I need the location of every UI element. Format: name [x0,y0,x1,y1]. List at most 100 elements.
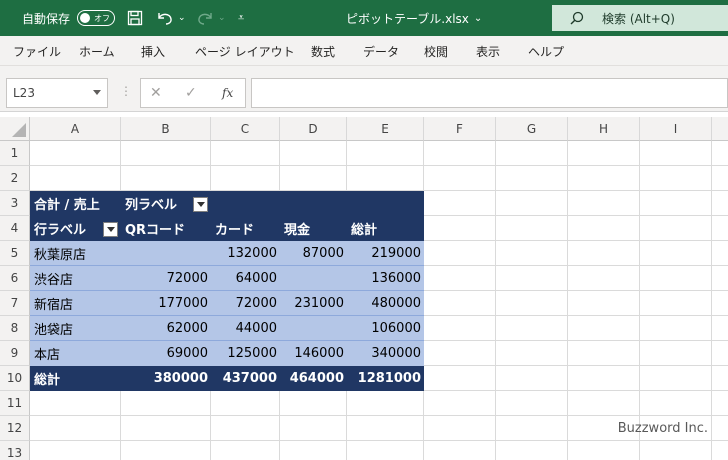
column-header-a[interactable]: A [30,117,121,141]
chevron-down-icon: ⌄ [473,12,483,24]
pivot-cell[interactable]: 340000 [347,341,424,366]
pivot-total-cell[interactable]: 437000 [211,366,280,391]
redo-dropdown-icon[interactable]: ⌄ [218,0,226,36]
row-filter-dropdown-button[interactable] [103,222,118,237]
pivot-cell[interactable]: 132000 [211,241,280,266]
tab-home[interactable]: ホーム [79,36,115,66]
row-header-7[interactable]: 7 [0,291,30,316]
pivot-values-label[interactable]: 合計 / 売上 [30,191,121,216]
redo-icon[interactable] [196,0,214,36]
pivot-total-label[interactable]: 総計 [30,366,121,391]
name-box-value: L23 [13,86,35,100]
column-header-c[interactable]: C [211,117,280,141]
pivot-cell[interactable]: 219000 [347,241,424,266]
pivot-row-label[interactable]: 池袋店 [30,316,121,341]
pivot-cell[interactable] [121,241,211,266]
save-icon[interactable] [127,0,143,36]
pivot-cell[interactable]: 125000 [211,341,280,366]
row-header-2[interactable]: 2 [0,166,30,191]
row-header-1[interactable]: 1 [0,141,30,166]
column-header-g[interactable]: G [496,117,568,141]
pivot-row-label[interactable]: 秋葉原店 [30,241,121,266]
pivot-header-total[interactable]: 総計 [347,216,424,241]
pivot-column-labels[interactable]: 列ラベル [121,191,424,216]
pivot-cell[interactable]: 62000 [121,316,211,341]
pivot-cell[interactable]: 44000 [211,316,280,341]
pivot-column-labels-text: 列ラベル [125,198,178,213]
worksheet-grid[interactable]: A B C D E F G H I 1 2 3 4 5 6 7 8 9 10 1… [0,117,728,460]
formula-input[interactable] [251,78,728,108]
grid-line [711,141,712,460]
pivot-cell[interactable]: 64000 [211,266,280,291]
column-filter-dropdown-button[interactable] [193,197,208,212]
pivot-header-card[interactable]: カード [211,216,280,241]
pivot-cell[interactable]: 72000 [121,266,211,291]
row-header-10[interactable]: 10 [0,366,30,391]
row-header-4[interactable]: 4 [0,216,30,241]
grid-line [30,415,728,416]
cancel-icon[interactable]: ✕ [150,79,162,107]
pivot-cell[interactable]: 69000 [121,341,211,366]
select-all-triangle-icon [12,123,26,137]
pivot-total-cell[interactable]: 464000 [280,366,347,391]
name-box[interactable]: L23 [6,78,108,108]
pivot-row-label[interactable]: 渋谷店 [30,266,121,291]
pivot-cell[interactable]: 146000 [280,341,347,366]
tab-data[interactable]: データ [363,36,399,66]
search-box[interactable]: 検索 (Alt+Q) [552,5,728,31]
row-header-12[interactable]: 12 [0,416,30,441]
pivot-cell[interactable]: 231000 [280,291,347,316]
pivot-cell[interactable] [280,316,347,341]
column-header-b[interactable]: B [121,117,211,141]
row-header-11[interactable]: 11 [0,391,30,416]
tab-page-layout[interactable]: ページ レイアウト [195,36,295,66]
tab-formulas[interactable]: 数式 [311,36,335,66]
pivot-header-qr[interactable]: QRコード [121,216,211,241]
grid-line [30,440,728,441]
row-header-9[interactable]: 9 [0,341,30,366]
insert-function-icon[interactable]: fx [222,79,233,107]
row-header-13[interactable]: 13 [0,441,30,460]
undo-dropdown-icon[interactable]: ⌄ [178,0,186,36]
ribbon-spacer [0,66,728,76]
pivot-cell[interactable]: 480000 [347,291,424,316]
tab-insert[interactable]: 挿入 [141,36,165,66]
column-header-e[interactable]: E [347,117,424,141]
more-options-icon[interactable]: ⋮ [120,84,132,98]
pivot-header-cash[interactable]: 現金 [280,216,347,241]
tab-file[interactable]: ファイル [13,36,61,66]
pivot-cell[interactable] [280,266,347,291]
column-header-f[interactable]: F [424,117,496,141]
tab-help[interactable]: ヘルプ [528,36,564,66]
select-all-button[interactable] [0,117,30,141]
column-header-h[interactable]: H [568,117,640,141]
pivot-row-label[interactable]: 本店 [30,341,121,366]
tab-review[interactable]: 校閲 [424,36,448,66]
grid-line [495,141,496,460]
column-header-d[interactable]: D [280,117,347,141]
pivot-cell[interactable]: 177000 [121,291,211,316]
autosave-toggle[interactable]: オフ [77,10,115,26]
file-name[interactable]: ピボットテーブル.xlsx ⌄ [346,0,482,36]
column-header-overflow[interactable] [712,117,728,141]
customize-qat-icon[interactable]: ⩡ [238,0,244,36]
autosave-state: オフ [94,13,110,23]
enter-check-icon[interactable]: ✓ [185,79,197,107]
search-label: 検索 (Alt+Q) [602,11,675,26]
pivot-cell[interactable]: 87000 [280,241,347,266]
row-header-8[interactable]: 8 [0,316,30,341]
pivot-grand-total-cell[interactable]: 1281000 [347,366,424,391]
chevron-down-icon[interactable] [93,90,101,95]
column-header-i[interactable]: I [640,117,712,141]
tab-view[interactable]: 表示 [476,36,500,66]
pivot-row-label[interactable]: 新宿店 [30,291,121,316]
pivot-total-cell[interactable]: 380000 [121,366,211,391]
undo-icon[interactable] [156,0,174,36]
pivot-cell[interactable]: 106000 [347,316,424,341]
pivot-cell[interactable]: 72000 [211,291,280,316]
row-header-6[interactable]: 6 [0,266,30,291]
pivot-cell[interactable]: 136000 [347,266,424,291]
row-header-3[interactable]: 3 [0,191,30,216]
row-header-5[interactable]: 5 [0,241,30,266]
excel-window: 自動保存 オフ ⌄ ⌄ ⩡ ピボットテーブル.xlsx ⌄ 検索 (Alt+Q) [0,0,728,460]
